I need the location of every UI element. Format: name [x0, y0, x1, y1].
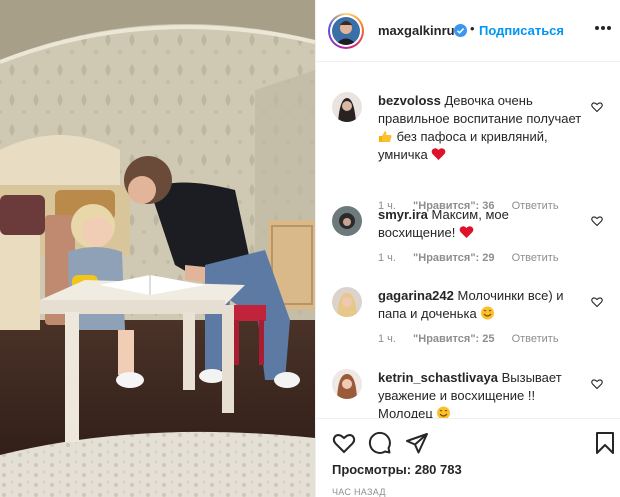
comment-time[interactable]: 1 ч. [378, 333, 396, 345]
comment-likes[interactable]: "Нравится": 29 [413, 252, 494, 264]
commenter-avatar[interactable] [332, 287, 362, 317]
views-value: 280 783 [414, 462, 462, 477]
comment-time[interactable]: 1 ч. [378, 252, 396, 264]
post-timestamp[interactable]: ЧАС НАЗАД [332, 487, 386, 497]
post-sidebar: maxgalkinru • Подписаться bezvoloss Дево… [315, 0, 620, 497]
comment-text: bezvoloss Девочка очень правильное воспи… [378, 92, 586, 164]
comment-username[interactable]: smyr.ira [378, 207, 428, 222]
commenter-avatar[interactable] [332, 206, 362, 236]
author-avatar[interactable] [328, 13, 364, 49]
red-heart-emoji-icon [431, 148, 446, 160]
comment-body: без пафоса и кривляний, умничка [378, 129, 548, 162]
post-header: maxgalkinru • Подписаться [316, 0, 620, 62]
heart-icon[interactable] [591, 377, 603, 390]
post-actions: Просмотры: 280 783 ЧАС НАЗАД [316, 418, 620, 497]
comment-text: ketrin_schastlivaya Вызывает уважение и … [378, 369, 586, 418]
commenter-avatar[interactable] [332, 92, 362, 122]
comment-username[interactable]: gagarina242 [378, 288, 454, 303]
heart-icon[interactable] [332, 431, 356, 455]
thumbs-up-emoji-icon [379, 131, 392, 142]
views-count[interactable]: Просмотры: 280 783 [332, 462, 462, 477]
smiling-face-emoji-icon [481, 306, 495, 320]
smiling-face-emoji-icon [437, 406, 451, 418]
post-media[interactable] [0, 0, 315, 497]
comment-likes[interactable]: "Нравится": 25 [413, 333, 494, 345]
post-photo [0, 0, 315, 497]
heart-icon[interactable] [591, 295, 603, 308]
author-username[interactable]: maxgalkinru [378, 23, 455, 38]
share-icon[interactable] [405, 431, 429, 455]
verified-badge-icon [454, 24, 467, 37]
comment-username[interactable]: bezvoloss [378, 93, 441, 108]
bookmark-icon[interactable] [593, 431, 617, 455]
comment-text: gagarina242 Молочинки все) и папа и доче… [378, 287, 586, 323]
red-heart-emoji-icon [459, 226, 474, 238]
views-label: Просмотры: [332, 462, 412, 477]
comment-icon[interactable] [368, 431, 392, 455]
comments-list[interactable]: bezvoloss Девочка очень правильное воспи… [316, 62, 620, 418]
comment-username[interactable]: ketrin_schastlivaya [378, 370, 498, 385]
comment-meta: 1 ч. "Нравится": 25 Ответить [378, 333, 573, 345]
comment-text: smyr.ira Максим, мое восхищение! [378, 206, 586, 242]
heart-icon[interactable] [591, 214, 603, 227]
reply-button[interactable]: Ответить [512, 333, 559, 345]
header-separator: • [470, 21, 475, 36]
commenter-avatar[interactable] [332, 369, 362, 399]
follow-button[interactable]: Подписаться [479, 23, 564, 38]
reply-button[interactable]: Ответить [512, 252, 559, 264]
more-options-icon[interactable] [595, 26, 611, 32]
comment-meta: 1 ч. "Нравится": 29 Ответить [378, 252, 573, 264]
heart-icon[interactable] [591, 100, 603, 113]
